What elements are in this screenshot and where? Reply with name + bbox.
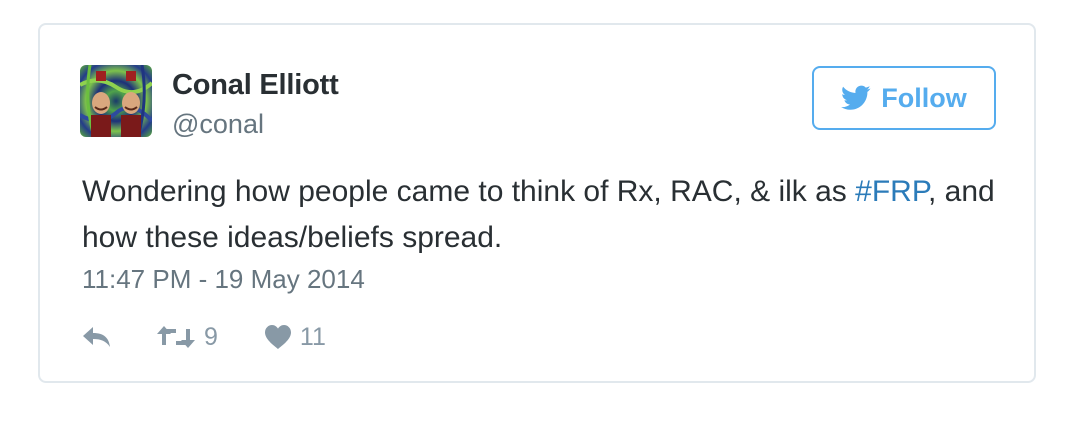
reply-icon — [83, 327, 110, 347]
avatar-image — [80, 65, 152, 137]
tweet-text: Wondering how people came to think of Rx… — [82, 169, 1012, 261]
tweet-timestamp[interactable]: 11:47 PM - 19 May 2014 — [82, 264, 365, 295]
like-count: 11 — [299, 322, 326, 351]
tweet-card: Conal Elliott @conal Follow Wondering ho… — [38, 23, 1036, 383]
reply-button[interactable] — [82, 326, 112, 348]
retweet-icon — [157, 326, 195, 348]
follow-button[interactable]: Follow — [812, 66, 996, 130]
hashtag-link[interactable]: #FRP — [855, 175, 928, 208]
twitter-bird-icon — [841, 85, 871, 110]
heart-icon — [264, 325, 291, 349]
author-name[interactable]: Conal Elliott — [172, 69, 339, 102]
tweet-actions: 9 11 — [82, 321, 326, 353]
like-button[interactable]: 11 — [264, 323, 326, 352]
retweet-count: 9 — [204, 322, 218, 351]
author-handle[interactable]: @conal — [172, 109, 264, 140]
avatar[interactable] — [80, 65, 152, 137]
tweet-text-before: Wondering how people came to think of Rx… — [82, 175, 856, 208]
follow-button-label: Follow — [881, 82, 967, 113]
retweet-button[interactable]: 9 — [156, 323, 218, 352]
